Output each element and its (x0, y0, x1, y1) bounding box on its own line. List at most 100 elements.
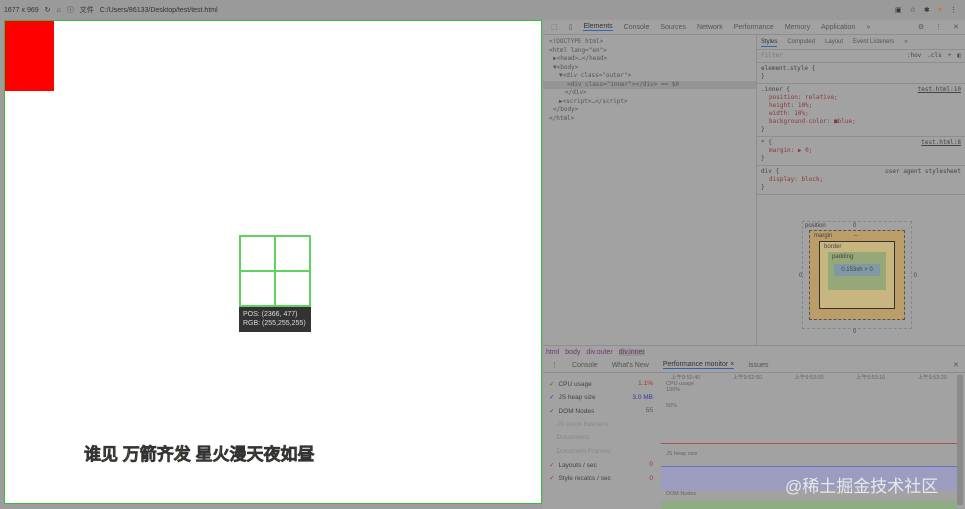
star-icon[interactable]: ☆ (910, 6, 916, 14)
tab-network[interactable]: Network (697, 24, 723, 31)
viewport-size: 1677 x 969 (4, 6, 39, 14)
devtools-tabs: ⬚ ▯ Elements Console Sources Network Per… (543, 20, 965, 35)
checkbox-icon[interactable] (549, 448, 553, 455)
more-tabs-button[interactable]: » (866, 24, 870, 31)
scrollbar[interactable] (957, 375, 963, 505)
metric-row[interactable]: ✓ DOM Nodes 55 (543, 404, 653, 418)
cls-button[interactable]: .cls (927, 52, 941, 60)
home-icon[interactable]: ⌂ (57, 7, 61, 14)
style-property[interactable]: background-color: ■blue; (761, 118, 961, 126)
info-icon[interactable]: ⓘ (67, 5, 74, 15)
profile-icon[interactable]: ● (938, 6, 942, 14)
style-rule: test.html:10 .inner { position: relative… (757, 84, 965, 137)
breadcrumb-item[interactable]: body (565, 349, 580, 356)
checkbox-icon[interactable] (549, 434, 553, 441)
drawer-tab-console[interactable]: Console (572, 362, 598, 369)
tab-event-listeners[interactable]: Event Listeners (853, 38, 894, 46)
rule-source-link[interactable]: test.html:8 (921, 139, 961, 147)
metric-row[interactable]: ✓ Layouts / sec 0 (543, 458, 653, 472)
drawer-tabs: ⋮ Console What's New Performance monitor… (543, 358, 965, 373)
style-rule: test.html:8 * { margin: ▶ 0; } (757, 137, 965, 166)
metric-row[interactable]: ✓ Style recalcs / sec 0 (543, 472, 653, 486)
metric-row[interactable]: Document Frames (543, 445, 653, 459)
checkbox-icon[interactable]: ✓ (549, 475, 554, 482)
inspect-icon[interactable]: ⬚ (551, 23, 558, 31)
metric-row[interactable]: Documents (543, 431, 653, 445)
tab-elements[interactable]: Elements (583, 23, 613, 31)
cpu-100-label: 100% (666, 387, 681, 393)
metric-row[interactable]: ✓ JS heap size 3.0 MB (543, 391, 653, 405)
metric-row[interactable]: JS event listeners (543, 418, 653, 432)
menu-icon[interactable]: ⋮ (950, 6, 957, 14)
dom-node[interactable]: ▼<div class="outer"> (549, 72, 750, 81)
metric-label: DOM Nodes (558, 407, 595, 415)
dom-node[interactable]: <!DOCTYPE html> (549, 38, 750, 47)
styles-filter-input[interactable]: Filter (761, 52, 901, 60)
checkbox-icon[interactable] (549, 421, 553, 428)
dom-node[interactable]: ▶<script>…</script> (549, 98, 750, 107)
new-rule-button[interactable]: + (948, 52, 952, 60)
reload-icon[interactable]: ↻ (45, 6, 51, 14)
kebab-icon[interactable]: ⋮ (935, 23, 942, 31)
metric-value: 0 (649, 461, 653, 469)
close-icon[interactable]: ✕ (953, 23, 965, 31)
more-style-tabs[interactable]: » (904, 38, 907, 46)
time-tick: 上午9:53:00 (794, 375, 824, 381)
box-model-diagram: position 0 0 0 0 margin – border padding… (799, 221, 917, 335)
style-property[interactable]: height: 10%; (761, 102, 961, 110)
dom-node[interactable]: ▼<body> (549, 64, 750, 73)
tab-computed[interactable]: Computed (787, 38, 815, 46)
tab-styles[interactable]: Styles (761, 38, 778, 47)
toggle-sidebar-icon[interactable]: ◧ (957, 52, 961, 60)
rule-source: user agent stylesheet (885, 168, 961, 175)
tab-console[interactable]: Console (624, 24, 650, 31)
inspector-grid-overlay (239, 235, 311, 307)
dom-node[interactable]: <html lang="en"> (549, 47, 750, 56)
breadcrumb-item[interactable]: div.inner (618, 348, 645, 356)
breadcrumb: html body div.outer div.inner (543, 345, 965, 358)
dom-node[interactable]: </html> (549, 115, 750, 124)
hov-button[interactable]: :hov (907, 52, 921, 60)
checkbox-icon[interactable]: ✓ (549, 394, 554, 401)
tab-sources[interactable]: Sources (660, 24, 686, 31)
breadcrumb-item[interactable]: div.outer (586, 349, 612, 356)
checkbox-icon[interactable]: ✓ (549, 462, 554, 469)
checkbox-icon[interactable]: ✓ (549, 408, 554, 415)
box-content: 0.153vh × 0 (834, 264, 880, 276)
tab-layout[interactable]: Layout (825, 38, 843, 46)
dom-node[interactable]: </body> (549, 106, 750, 115)
drawer-tab-whats-new[interactable]: What's New (612, 362, 649, 369)
cpu-line (661, 443, 957, 444)
cpu-50-label: 50% (666, 403, 678, 409)
drawer-close-icon[interactable]: ✕ (953, 361, 965, 369)
style-property[interactable]: width: 10%; (761, 110, 961, 118)
subtitle-overlay: 谁见 万箭齐发 星火漫天夜如昼 (84, 445, 315, 465)
dom-node-selected[interactable]: <div class="inner"></div> == $0 (543, 80, 756, 89)
drawer-tab-performance-monitor[interactable]: Performance monitor × (662, 361, 735, 369)
box-position-bottom: 0 (853, 329, 857, 335)
box-padding: padding 0.153vh × 0 (828, 252, 886, 290)
extensions-icon[interactable]: ✱ (924, 6, 930, 14)
style-property[interactable]: margin: ▶ 0; (761, 147, 961, 155)
device-icon[interactable]: ▯ (569, 23, 573, 31)
box-margin-top-value: – (854, 233, 858, 239)
box-position-right: 0 (913, 273, 917, 279)
address-bar[interactable]: C:/Users/86133/Desktop/test/test.html (100, 7, 218, 14)
style-property[interactable]: position: relative; (761, 94, 961, 102)
box-border: border padding 0.153vh × 0 (819, 241, 895, 309)
dom-node[interactable]: ▶<head>…</head> (549, 55, 750, 64)
tab-application[interactable]: Application (821, 24, 855, 31)
metric-label: Style recalcs / sec (558, 475, 611, 483)
drawer-tab-issues[interactable]: Issues (748, 362, 768, 369)
tab-memory[interactable]: Memory (785, 24, 810, 31)
breadcrumb-item[interactable]: html (546, 349, 559, 356)
checkbox-icon[interactable]: ✓ (549, 381, 554, 388)
tab-performance[interactable]: Performance (734, 24, 774, 31)
rule-source-link[interactable]: test.html:10 (918, 86, 961, 94)
dom-node[interactable]: </div> (549, 89, 750, 98)
translate-icon[interactable]: ▣ (895, 6, 902, 14)
metric-row[interactable]: ✓ CPU usage 1.1% (543, 377, 653, 391)
drawer-menu-icon[interactable]: ⋮ (551, 361, 558, 369)
gear-icon[interactable]: ⚙ (918, 23, 924, 31)
dom-chart-label: DOM Nodes (666, 491, 697, 497)
